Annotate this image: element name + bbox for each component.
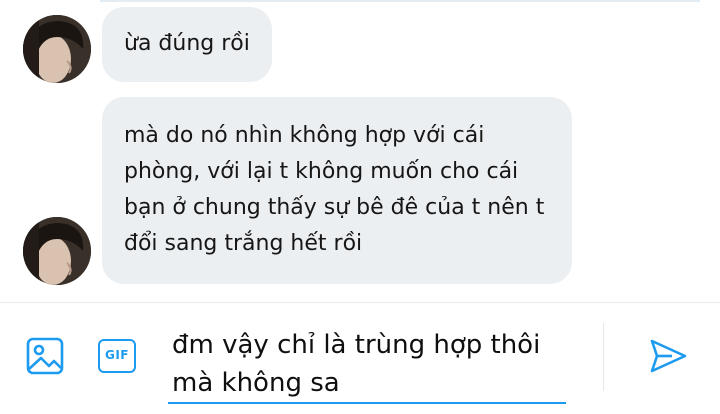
message-text-line: phòng, với lại t không muốn cho cái	[124, 159, 519, 184]
composer-separator	[603, 323, 604, 391]
image-button[interactable]	[25, 336, 65, 376]
send-button[interactable]	[648, 336, 688, 376]
message-text: ừa đúng rồi	[124, 31, 250, 56]
draft-text-line: đm vậy chỉ là trùng hợp thôi	[172, 330, 541, 360]
message-text-line: mà do nó nhìn không hợp với cái	[124, 123, 485, 148]
send-icon	[650, 339, 687, 373]
message-bubble[interactable]: mà do nó nhìn không hợp với cái phòng, v…	[102, 97, 572, 284]
avatar-photo	[23, 217, 91, 285]
top-divider	[100, 0, 700, 2]
image-icon	[26, 337, 64, 375]
message-text-line: đổi sang trắng hết rồi	[124, 231, 363, 256]
message-bubble[interactable]: ừa đúng rồi	[102, 7, 272, 82]
avatar[interactable]	[23, 15, 91, 83]
draft-text-line: mà không sa	[172, 368, 340, 398]
message-text-line: bạn ở chung thấy sự bê đê của t nên t	[124, 195, 545, 220]
gif-icon: GIF	[98, 339, 136, 373]
gif-button[interactable]: GIF	[98, 336, 140, 376]
message-input[interactable]: đm vậy chỉ là trùng hợp thôi mà không sa	[168, 318, 566, 404]
avatar-photo	[23, 15, 91, 83]
avatar[interactable]	[23, 217, 91, 285]
